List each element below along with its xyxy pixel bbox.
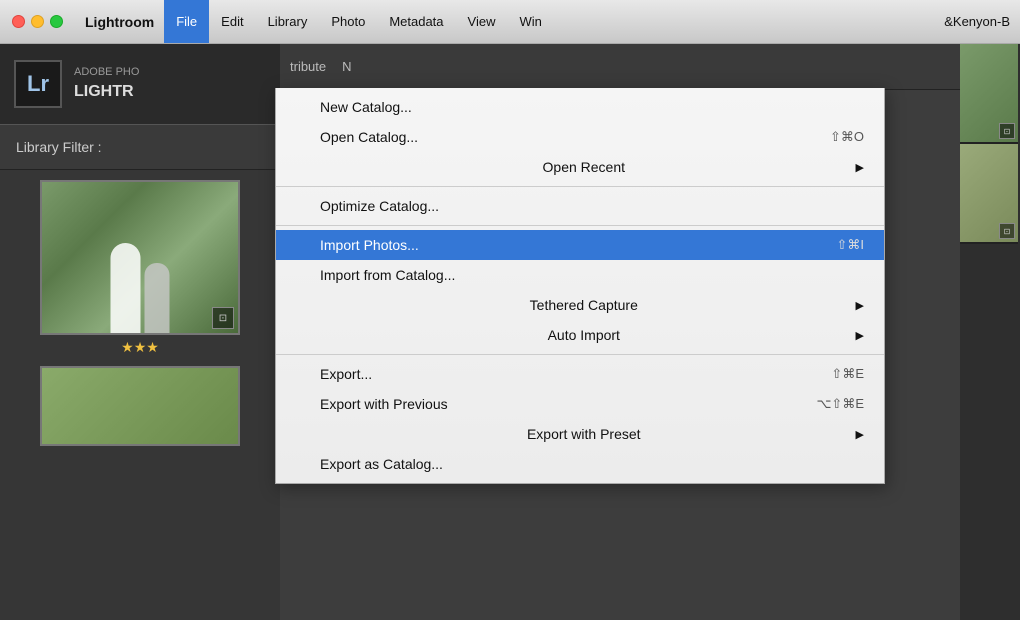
left-panel: Lr ADOBE PHO LIGHTR Library Filter : ⊡ — [0, 44, 280, 620]
window-info: &Kenyon-B — [944, 14, 1020, 29]
menu-item-file[interactable]: File — [164, 0, 209, 43]
menu-item-edit[interactable]: Edit — [209, 0, 255, 43]
submenu-arrow-export-preset: ▶ — [856, 428, 864, 441]
right-thumb-badge-1: ⊡ — [999, 123, 1015, 139]
menu-export-with-previous[interactable]: Export with Previous ⌥⇧⌘E — [276, 389, 884, 419]
thumbnails-area: ⊡ ★★★ — [0, 170, 280, 456]
menu-open-catalog[interactable]: Open Catalog... ⇧⌘O — [276, 122, 884, 152]
menu-new-catalog[interactable]: New Catalog... — [276, 92, 884, 122]
filter-label: Library Filter : — [16, 139, 102, 155]
lr-logo-area: Lr ADOBE PHO LIGHTR — [0, 44, 280, 124]
minimize-button[interactable] — [31, 15, 44, 28]
menu-import-from-catalog[interactable]: Import from Catalog... — [276, 260, 884, 290]
traffic-lights — [0, 15, 75, 28]
menu-tethered-capture[interactable]: Tethered Capture ▶ — [276, 290, 884, 320]
submenu-arrow-auto-import: ▶ — [856, 329, 864, 342]
attribute-bar: tribute N — [280, 44, 960, 90]
menubar: Lightroom File Edit Library Photo Metada… — [0, 0, 1020, 44]
close-button[interactable] — [12, 15, 25, 28]
maximize-button[interactable] — [50, 15, 63, 28]
person-tall — [111, 243, 141, 333]
menu-item-library[interactable]: Library — [256, 0, 320, 43]
thumbnail-photo-1: ⊡ — [40, 180, 240, 335]
menu-open-recent[interactable]: Open Recent ▶ — [276, 152, 884, 182]
menu-export[interactable]: Export... ⇧⌘E — [276, 359, 884, 389]
file-dropdown-menu: New Catalog... Open Catalog... ⇧⌘O Open … — [275, 88, 885, 484]
right-thumb-2: ⊡ — [960, 144, 1018, 244]
thumbnail-item-2[interactable] — [8, 366, 272, 446]
right-thumbs-strip: ⊡ ⊡ — [960, 44, 1020, 620]
menu-auto-import[interactable]: Auto Import ▶ — [276, 320, 884, 350]
photo-silhouette — [111, 243, 170, 333]
submenu-arrow-tethered: ▶ — [856, 299, 864, 312]
lr-icon: Lr — [14, 60, 62, 108]
submenu-arrow-open-recent: ▶ — [856, 161, 864, 174]
menu-items: File Edit Library Photo Metadata View Wi… — [164, 0, 554, 43]
menu-export-with-preset[interactable]: Export with Preset ▶ — [276, 419, 884, 449]
separator-3 — [276, 354, 884, 355]
n-label: N — [342, 59, 351, 74]
menu-item-metadata[interactable]: Metadata — [377, 0, 455, 43]
thumbnail-badge-1: ⊡ — [212, 307, 234, 329]
lightroom-text: LIGHTR — [74, 81, 139, 103]
menu-item-view[interactable]: View — [456, 0, 508, 43]
app-name: Lightroom — [75, 14, 164, 30]
separator-2 — [276, 225, 884, 226]
adobe-text: ADOBE PHO — [74, 65, 139, 80]
right-thumb-badge-2: ⊡ — [999, 223, 1015, 239]
app-content: Lr ADOBE PHO LIGHTR Library Filter : ⊡ — [0, 44, 1020, 620]
filter-bar: Library Filter : — [0, 124, 280, 170]
thumbnail-stars-1: ★★★ — [121, 339, 159, 356]
lr-text: ADOBE PHO LIGHTR — [74, 65, 139, 103]
right-thumb-1: ⊡ — [960, 44, 1018, 144]
menu-import-photos[interactable]: Import Photos... ⇧⌘I — [276, 230, 884, 260]
menu-item-photo[interactable]: Photo — [319, 0, 377, 43]
menu-item-win[interactable]: Win — [507, 0, 553, 43]
menu-export-as-catalog[interactable]: Export as Catalog... — [276, 449, 884, 479]
attribute-label: tribute — [290, 59, 326, 74]
thumbnail-item-1[interactable]: ⊡ ★★★ — [8, 180, 272, 356]
thumbnail-photo-2 — [40, 366, 240, 446]
separator-1 — [276, 186, 884, 187]
menu-optimize-catalog[interactable]: Optimize Catalog... — [276, 191, 884, 221]
person-short — [145, 263, 170, 333]
